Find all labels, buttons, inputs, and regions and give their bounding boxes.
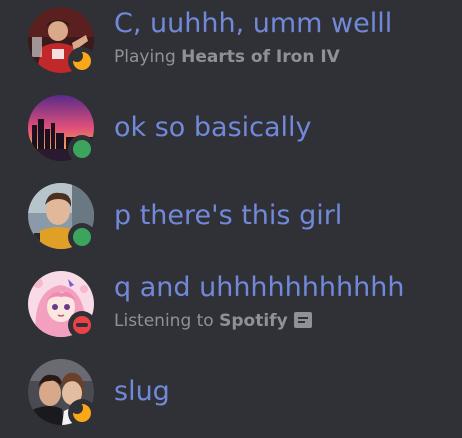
member-name: ok so basically (114, 112, 312, 143)
status-online-indicator (68, 223, 96, 251)
moon-icon (71, 402, 91, 422)
activity-prefix: Playing (114, 47, 176, 67)
member-item[interactable]: q and uhhhhhhhhhhh Listening to Spotify (28, 268, 448, 340)
status-dnd-indicator (68, 311, 96, 339)
avatar-wrapper (28, 95, 96, 163)
rich-presence-icon[interactable] (293, 312, 312, 328)
online-dot-icon (73, 140, 91, 158)
activity-app-name: Spotify (219, 311, 288, 331)
member-name: C, uuhhh, umm welll (114, 8, 393, 39)
member-item[interactable]: p there's this girl (28, 180, 448, 252)
member-activity: Playing Hearts of Iron IV (114, 46, 340, 68)
activity-game-name: Hearts of Iron IV (181, 47, 340, 67)
member-list: C, uuhhh, umm welll Playing Hearts of Ir… (0, 0, 462, 438)
avatar-wrapper (28, 7, 96, 75)
member-name: slug (114, 376, 170, 407)
online-dot-icon (73, 228, 91, 246)
avatar-wrapper (28, 359, 96, 427)
avatar-wrapper (28, 271, 96, 339)
member-name: q and uhhhhhhhhhhh (114, 272, 405, 303)
member-item[interactable]: ok so basically (28, 92, 448, 164)
avatar-wrapper (28, 183, 96, 251)
do-not-disturb-icon (73, 316, 91, 334)
status-idle-indicator (68, 47, 96, 75)
status-idle-indicator (68, 399, 96, 427)
activity-prefix: Listening to (114, 311, 214, 331)
moon-icon (71, 50, 91, 70)
member-activity: Listening to Spotify (114, 310, 312, 332)
member-item[interactable]: C, uuhhh, umm welll Playing Hearts of Ir… (28, 4, 448, 76)
status-online-indicator (68, 135, 96, 163)
member-name: p there's this girl (114, 200, 343, 231)
member-item[interactable]: slug (28, 356, 448, 428)
